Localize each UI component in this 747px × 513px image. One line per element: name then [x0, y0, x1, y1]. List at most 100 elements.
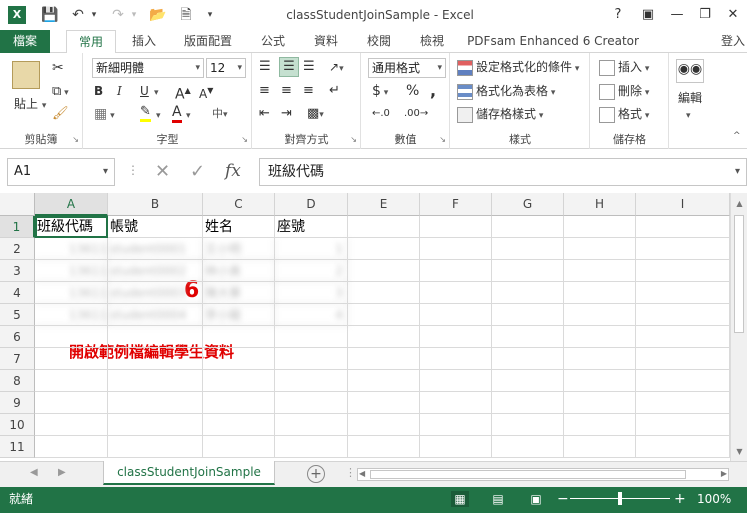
- tab-insert[interactable]: 插入: [121, 30, 167, 53]
- phonetic-icon[interactable]: 中▾: [212, 105, 228, 124]
- grid-cell[interactable]: [420, 238, 492, 260]
- cell-styles-button[interactable]: 儲存格樣式 ▾: [457, 105, 543, 125]
- cell-b5[interactable]: student0004: [108, 304, 203, 326]
- cell-d1[interactable]: 座號: [275, 216, 348, 238]
- cell-d5[interactable]: 4: [275, 304, 348, 326]
- bold-button[interactable]: B: [94, 82, 103, 100]
- decrease-decimal-icon[interactable]: .00→: [404, 105, 428, 123]
- grid-cell[interactable]: [203, 370, 275, 392]
- open-folder-icon[interactable]: 📂: [148, 5, 168, 25]
- grid-cell[interactable]: [636, 436, 730, 458]
- grid-cell[interactable]: [564, 216, 636, 238]
- scroll-up-icon[interactable]: ▲: [731, 199, 747, 208]
- fill-color-icon[interactable]: ✎: [140, 105, 151, 122]
- underline-button[interactable]: U: [140, 82, 149, 100]
- cell-a4[interactable]: 13611: [35, 282, 108, 304]
- grid-cell[interactable]: [420, 326, 492, 348]
- name-box[interactable]: A1 ▾: [7, 158, 115, 186]
- grid-cell[interactable]: [348, 304, 420, 326]
- grid-cell[interactable]: [492, 414, 564, 436]
- zoom-out-button[interactable]: −: [557, 487, 569, 511]
- currency-button[interactable]: $ ▾: [372, 82, 388, 102]
- cell-d2[interactable]: 1: [275, 238, 348, 260]
- page-layout-view-icon[interactable]: ▤: [489, 491, 507, 507]
- column-header[interactable]: B: [108, 193, 203, 216]
- paste-icon[interactable]: [12, 61, 40, 89]
- conditional-formatting-button[interactable]: 設定格式化的條件 ▾: [457, 58, 579, 78]
- signin-link[interactable]: 登入: [716, 30, 747, 53]
- grid-cell[interactable]: [564, 414, 636, 436]
- column-header[interactable]: E: [348, 193, 420, 216]
- delete-cells-button[interactable]: 刪除 ▾: [599, 82, 649, 102]
- grid-cell[interactable]: [564, 260, 636, 282]
- grid-cell[interactable]: [636, 238, 730, 260]
- grid-cell[interactable]: [492, 326, 564, 348]
- row-header[interactable]: 3: [0, 260, 35, 282]
- editing-dropdown-icon[interactable]: ▾: [686, 105, 691, 125]
- column-header[interactable]: I: [636, 193, 730, 216]
- save-icon[interactable]: 💾: [40, 5, 60, 25]
- grid-cell[interactable]: [636, 304, 730, 326]
- grid-cell[interactable]: [636, 216, 730, 238]
- vertical-scroll-thumb[interactable]: [734, 215, 744, 333]
- grid-cell[interactable]: [564, 238, 636, 260]
- grid-cell[interactable]: [492, 436, 564, 458]
- tab-data[interactable]: 資料: [303, 30, 349, 53]
- align-left-icon[interactable]: ≡: [259, 82, 270, 100]
- align-center-icon[interactable]: ≡: [281, 82, 292, 100]
- font-size-select[interactable]: 12 ▾: [206, 58, 246, 78]
- tab-splitter-icon[interactable]: ⋮: [345, 466, 356, 479]
- row-header[interactable]: 8: [0, 370, 35, 392]
- row-header[interactable]: 6: [0, 326, 35, 348]
- border-icon[interactable]: ▦ ▾: [94, 105, 115, 125]
- increase-decimal-icon[interactable]: ←.0: [372, 105, 390, 123]
- grid-cell[interactable]: [203, 348, 275, 370]
- grid-cell[interactable]: [348, 238, 420, 260]
- grid-cell[interactable]: [348, 216, 420, 238]
- grid-cell[interactable]: [275, 370, 348, 392]
- grid-cell[interactable]: [203, 326, 275, 348]
- cell-c1[interactable]: 姓名: [203, 216, 275, 238]
- insert-cells-button[interactable]: 插入 ▾: [599, 58, 649, 78]
- grid-cell[interactable]: [564, 370, 636, 392]
- cell-b4[interactable]: student0003: [108, 282, 203, 304]
- scroll-left-icon[interactable]: ◀: [359, 469, 365, 478]
- percent-button[interactable]: %: [406, 82, 419, 100]
- italic-button[interactable]: I: [117, 82, 122, 100]
- cell-a2[interactable]: 13611: [35, 238, 108, 260]
- scroll-down-icon[interactable]: ▼: [731, 447, 747, 456]
- tab-review[interactable]: 校閱: [356, 30, 402, 53]
- grid-cell[interactable]: [275, 348, 348, 370]
- grid-cell[interactable]: [420, 216, 492, 238]
- grid-cell[interactable]: [203, 414, 275, 436]
- minimize-icon[interactable]: —: [666, 4, 688, 26]
- font-launcher-icon[interactable]: ↘: [241, 135, 248, 144]
- cell-b1[interactable]: 帳號: [108, 216, 203, 238]
- merge-center-icon[interactable]: ▩▾: [307, 105, 324, 124]
- alignment-launcher-icon[interactable]: ↘: [350, 135, 357, 144]
- fill-color-dropdown-icon[interactable]: ▾: [156, 105, 161, 125]
- grid-cell[interactable]: [275, 326, 348, 348]
- paste-button[interactable]: 貼上 ▾: [14, 95, 46, 115]
- grid-cell[interactable]: [203, 436, 275, 458]
- column-header[interactable]: C: [203, 193, 275, 216]
- tab-file[interactable]: 檔案: [0, 30, 50, 53]
- grid-cell[interactable]: [492, 370, 564, 392]
- expand-formula-bar-icon[interactable]: ▾: [735, 159, 740, 185]
- cell-a5[interactable]: 13611: [35, 304, 108, 326]
- cell-a1[interactable]: 班級代碼: [35, 216, 108, 238]
- collapse-ribbon-icon[interactable]: ^: [733, 127, 741, 145]
- grid-cell[interactable]: [636, 282, 730, 304]
- formula-bar-splitter-icon[interactable]: ⋮: [127, 163, 139, 177]
- grid-cell[interactable]: [564, 282, 636, 304]
- column-header[interactable]: D: [275, 193, 348, 216]
- grid-cell[interactable]: [636, 392, 730, 414]
- grid-cell[interactable]: [108, 414, 203, 436]
- next-sheet-icon[interactable]: ▶: [58, 467, 66, 478]
- cell-d3[interactable]: 2: [275, 260, 348, 282]
- page-break-view-icon[interactable]: ▣: [527, 491, 545, 507]
- column-header[interactable]: G: [492, 193, 564, 216]
- horizontal-scroll-thumb[interactable]: [370, 470, 686, 479]
- scroll-right-icon[interactable]: ▶: [721, 469, 727, 478]
- grid-cell[interactable]: [275, 436, 348, 458]
